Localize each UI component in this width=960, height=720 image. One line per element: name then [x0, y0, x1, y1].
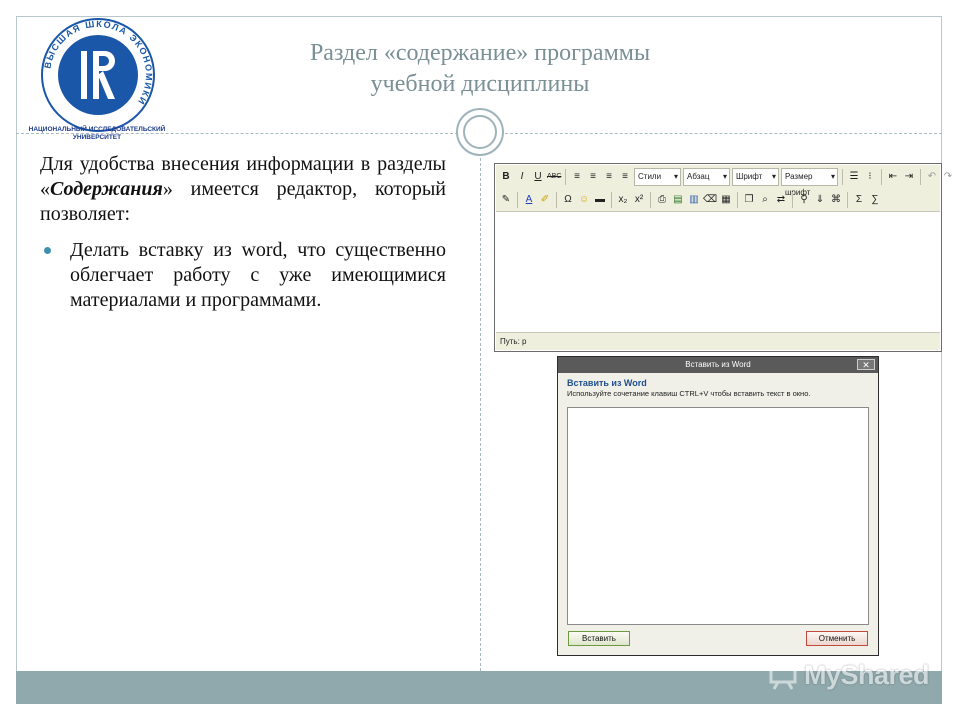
- horizontal-rule-icon[interactable]: ▬: [593, 192, 607, 208]
- redo-icon[interactable]: ↷: [941, 169, 955, 185]
- formula-icon[interactable]: ∑: [868, 192, 882, 208]
- editor-toolbar: B I U ABC ≡ ≡ ≡ ≡ Стили Абзац Шрифт Разм…: [496, 165, 952, 212]
- special-char-button[interactable]: Ω: [561, 192, 575, 208]
- slide-title: Раздел «содержание» программы учебной ди…: [240, 38, 720, 100]
- editor-status-bar: Путь: p: [496, 332, 940, 350]
- cancel-button[interactable]: Отменить: [806, 631, 868, 646]
- outdent-icon[interactable]: ⇤: [886, 169, 900, 185]
- toolbar-separator: [737, 192, 738, 208]
- copy-icon[interactable]: ❐: [742, 192, 756, 208]
- dialog-title-bar: Вставить из Word: [558, 357, 878, 373]
- rich-text-editor: B I U ABC ≡ ≡ ≡ ≡ Стили Абзац Шрифт Разм…: [494, 163, 952, 352]
- toolbar-row-1: B I U ABC ≡ ≡ ≡ ≡ Стили Абзац Шрифт Разм…: [499, 167, 960, 197]
- underline-button[interactable]: U: [531, 169, 545, 185]
- toolbar-separator: [847, 192, 848, 208]
- watermark: MyShared: [768, 658, 930, 692]
- align-center-icon[interactable]: ≡: [586, 169, 600, 185]
- sort-down-icon[interactable]: ⇓: [813, 192, 827, 208]
- decorative-ring-icon: [456, 108, 504, 156]
- emoticon-icon[interactable]: ☺: [577, 192, 591, 208]
- sum-button[interactable]: Σ: [852, 192, 866, 208]
- paste-textarea[interactable]: [567, 407, 869, 625]
- dialog-heading: Вставить из Word: [567, 378, 647, 388]
- bullet-list-icon[interactable]: ☰: [847, 169, 861, 185]
- close-icon[interactable]: ✕: [857, 359, 875, 370]
- italic-button[interactable]: I: [515, 169, 529, 185]
- intro-emphasis: Содержания: [50, 178, 163, 200]
- binoculars-icon[interactable]: ⚲: [797, 192, 811, 208]
- paste-word-icon[interactable]: ▥: [687, 192, 701, 208]
- paste-text-icon[interactable]: ▤: [671, 192, 685, 208]
- font-select[interactable]: Шрифт: [732, 168, 779, 186]
- font-size-select[interactable]: Размер шрифт: [781, 168, 838, 197]
- toolbar-separator: [920, 169, 921, 185]
- toolbar-row-2: ✎ A ✐ Ω ☺ ▬ x₂ x² ⎙ ▤ ▥ ⌫ ▦ ❐ ⌕ ⇄ ⚲ ⇓ ⌘: [499, 190, 882, 210]
- paragraph-select[interactable]: Абзац: [683, 168, 730, 186]
- edit-icon[interactable]: ✎: [499, 192, 513, 208]
- undo-icon[interactable]: ↶: [925, 169, 939, 185]
- replace-icon[interactable]: ⇄: [774, 192, 788, 208]
- watermark-text: MyShared: [804, 659, 930, 690]
- presentation-icon: [769, 662, 797, 690]
- toolbar-separator: [611, 192, 612, 208]
- find-icon[interactable]: ⌕: [758, 192, 772, 208]
- insert-button[interactable]: Вставить: [568, 631, 630, 646]
- toolbar-separator: [881, 169, 882, 185]
- toolbar-separator: [565, 169, 566, 185]
- bullet-dot-icon: [44, 247, 51, 254]
- numbered-list-icon[interactable]: ⁝: [863, 169, 877, 185]
- bold-button[interactable]: B: [499, 169, 513, 185]
- style-select[interactable]: Стили: [634, 168, 681, 186]
- highlight-icon[interactable]: ✐: [538, 192, 552, 208]
- intro-paragraph: Для удобства внесения информации в разде…: [40, 152, 446, 227]
- logo-caption: НАЦИОНАЛЬНЫЙ ИССЛЕДОВАТЕЛЬСКИЙ УНИВЕРСИТ…: [22, 126, 172, 142]
- font-color-icon[interactable]: A: [522, 192, 536, 208]
- editor-content-area[interactable]: [496, 212, 940, 332]
- align-justify-icon[interactable]: ≡: [618, 169, 632, 185]
- toolbar-separator: [556, 192, 557, 208]
- code-icon[interactable]: ⌘: [829, 192, 843, 208]
- clean-up-icon[interactable]: ⌫: [703, 192, 717, 208]
- title-line-2: учебной дисциплины: [370, 71, 590, 97]
- toolbar-separator: [650, 192, 651, 208]
- dialog-description: Используйте сочетание клавиш CTRL+V чтоб…: [567, 389, 811, 398]
- table-icon[interactable]: ▦: [719, 192, 733, 208]
- toolbar-separator: [517, 192, 518, 208]
- superscript-button[interactable]: x²: [632, 192, 646, 208]
- bullet-item: Делать вставку из word, что существенно …: [40, 238, 446, 313]
- column-divider: [480, 133, 481, 671]
- hse-logo: ВЫСШАЯ ШКОЛА ЭКОНОМИКИ: [41, 18, 155, 132]
- toolbar-separator: [792, 192, 793, 208]
- toolbar-separator: [842, 169, 843, 185]
- paste-from-word-dialog: Вставить из Word ✕ Вставить из Word Испо…: [557, 356, 879, 656]
- logo-caption-line2: УНИВЕРСИТЕТ: [72, 134, 122, 141]
- align-right-icon[interactable]: ≡: [602, 169, 616, 185]
- subscript-button[interactable]: x₂: [616, 192, 630, 208]
- indent-icon[interactable]: ⇥: [902, 169, 916, 185]
- print-icon[interactable]: ⎙: [655, 192, 669, 208]
- title-line-1: Раздел «содержание» программы: [309, 40, 651, 66]
- bullet-text: Делать вставку из word, что существенно …: [70, 239, 446, 311]
- strikethrough-button[interactable]: ABC: [547, 169, 561, 185]
- align-left-icon[interactable]: ≡: [570, 169, 584, 185]
- logo-caption-line1: НАЦИОНАЛЬНЫЙ ИССЛЕДОВАТЕЛЬСКИЙ: [28, 126, 166, 133]
